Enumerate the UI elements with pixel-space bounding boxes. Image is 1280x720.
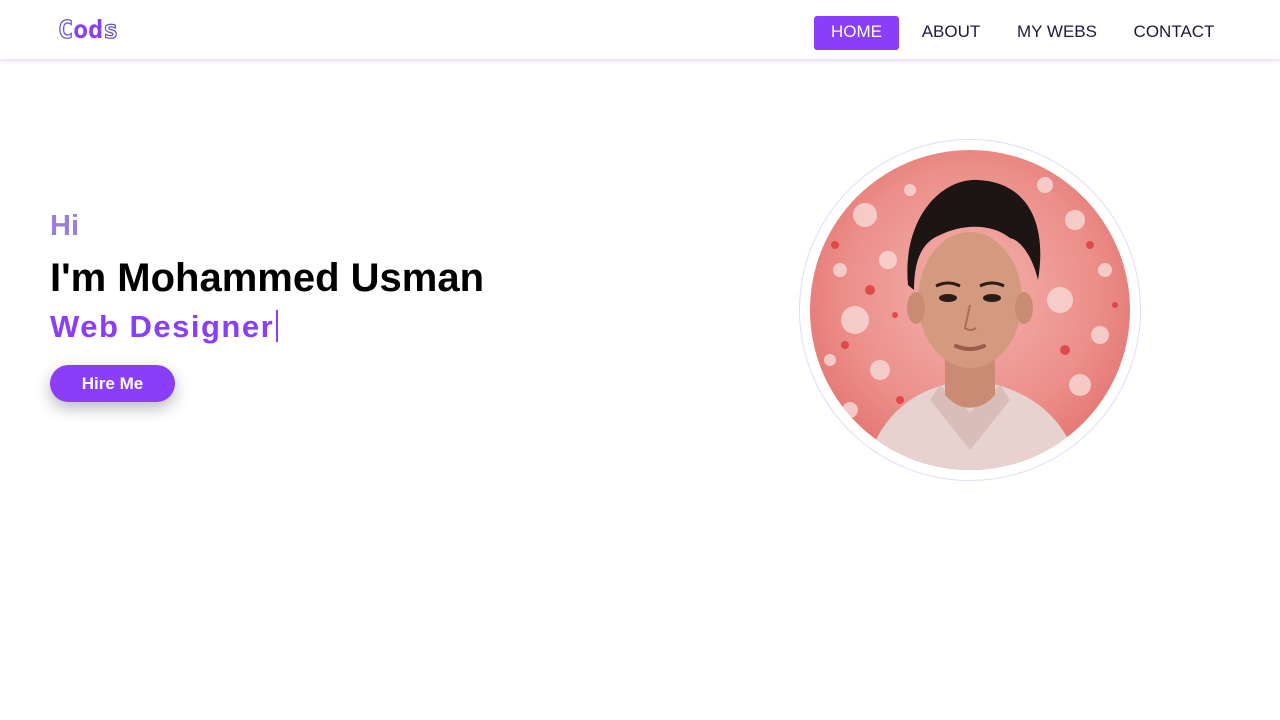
hire-me-button[interactable]: Hire Me xyxy=(50,365,175,402)
nav-link-contact[interactable]: CONTACT xyxy=(1124,16,1224,50)
hero-role: Web Designer xyxy=(50,309,275,344)
nav-link-my-webs[interactable]: MY WEBS xyxy=(1008,16,1106,50)
nav-link-about[interactable]: ABOUT xyxy=(912,16,990,50)
nav-link-home[interactable]: HOME xyxy=(814,16,899,50)
typing-cursor xyxy=(276,310,279,342)
hero-greeting: Hi xyxy=(50,210,79,242)
profile-photo xyxy=(810,150,1130,470)
profile-photo-icon xyxy=(810,150,1130,470)
hero-name: I'm Mohammed Usman xyxy=(50,256,485,300)
top-navbar: Cods HOME ABOUT MY WEBS CONTACT xyxy=(0,0,1280,60)
hero-role-line: Web Designer xyxy=(50,309,279,345)
nav-links: HOME ABOUT MY WEBS CONTACT xyxy=(0,16,1280,50)
